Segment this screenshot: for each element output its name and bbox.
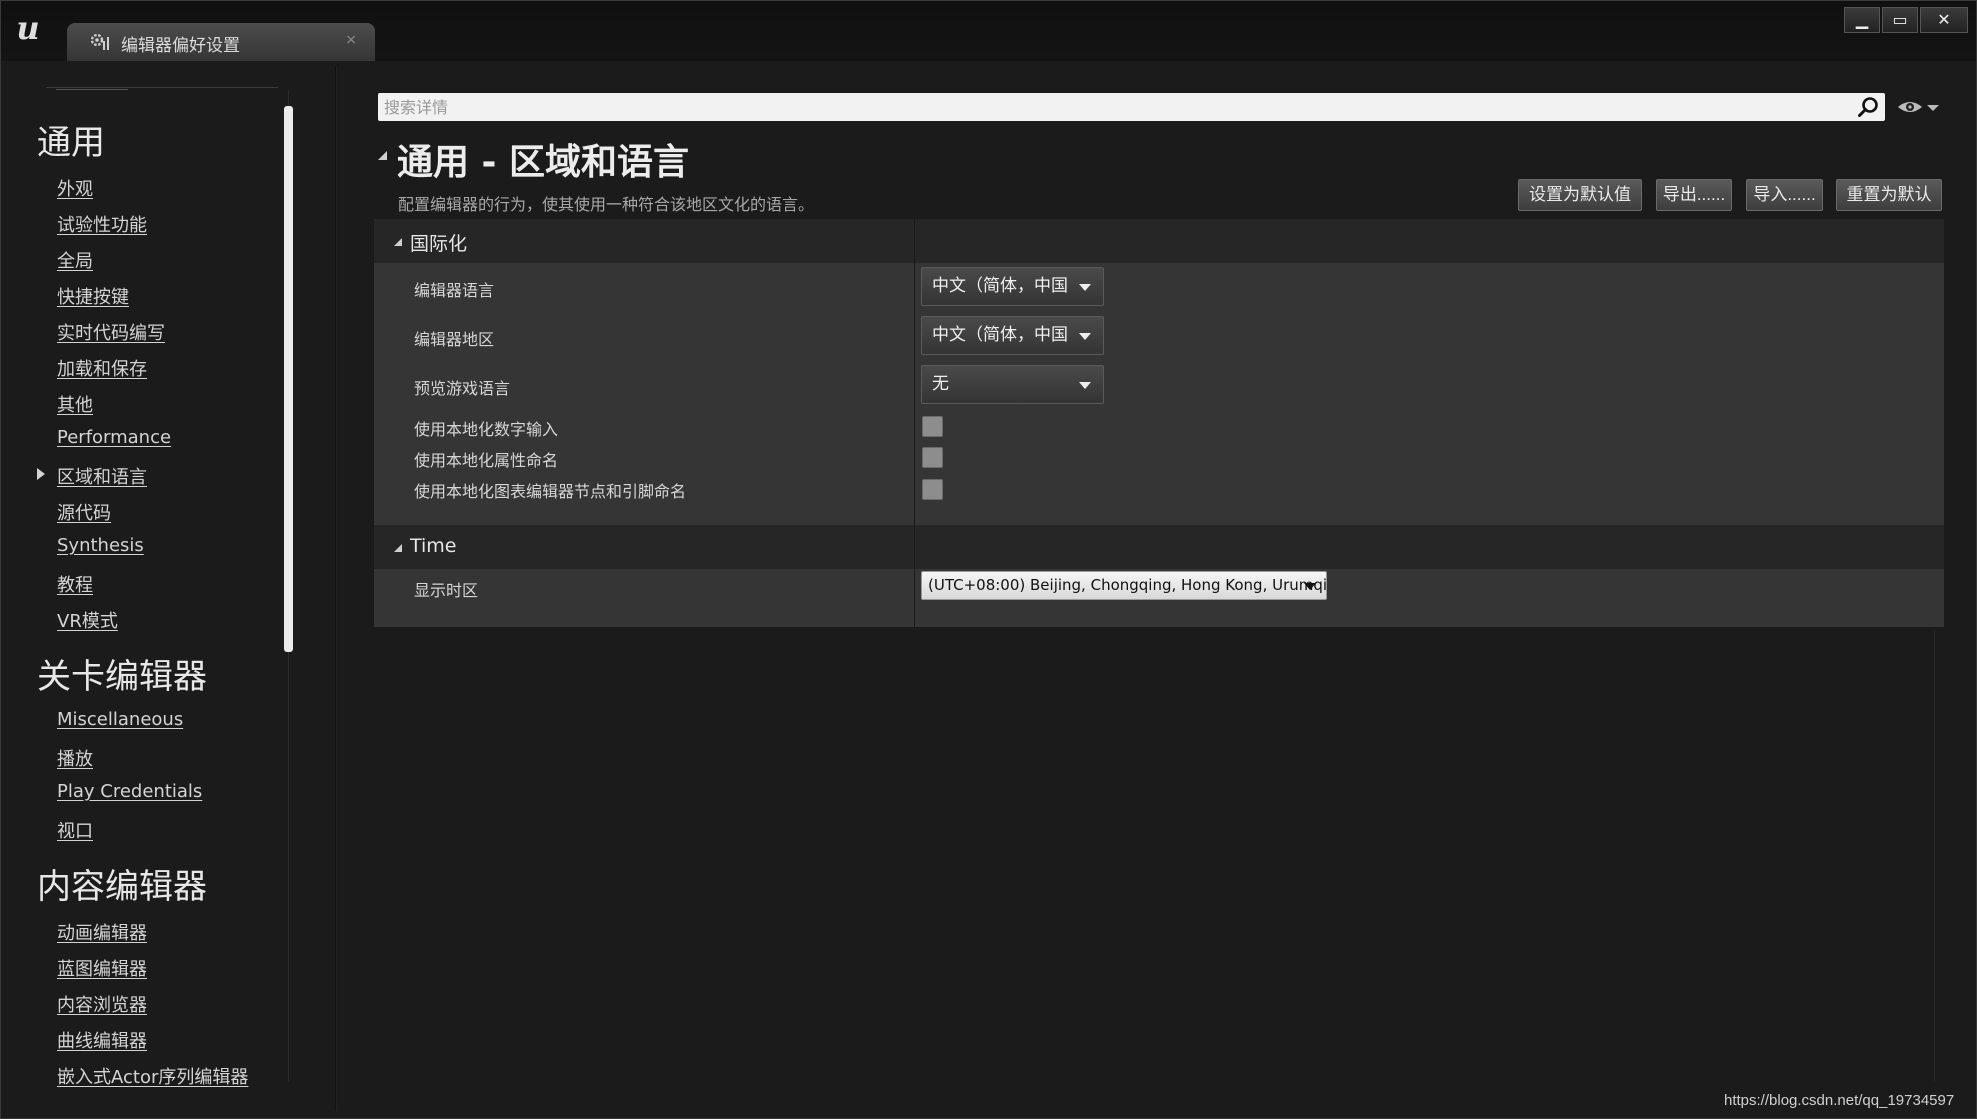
minimize-button[interactable]: ▁ [1844, 7, 1880, 33]
chevron-down-icon [1079, 382, 1091, 389]
editor-preferences-window: u 编辑器偏好设置 × ▁ ▭ ✕ 通用 外观 试验性功能 全局 快捷按键 实时… [0, 0, 1977, 1119]
collapse-arrow-icon [394, 544, 402, 552]
chevron-down-icon[interactable] [1927, 105, 1939, 111]
details-scroll-edge [1934, 631, 1935, 1081]
view-options-eye-icon[interactable] [1896, 97, 1924, 117]
display-timezone-value: (UTC+08:00) Beijing, Chongqing, Hong Kon… [928, 576, 1328, 594]
nav-item-play[interactable]: 播放 [57, 745, 93, 771]
tab-close-icon[interactable]: × [345, 32, 357, 48]
tab-title: 编辑器偏好设置 [121, 36, 240, 56]
editor-region-label: 编辑器地区 [414, 330, 495, 349]
nav-item-animation-editor[interactable]: 动画编辑器 [57, 919, 147, 945]
nav-section-level-editor: 关卡编辑器 [37, 657, 207, 697]
page-title: 通用 - 区域和语言 [397, 142, 690, 183]
page-description: 配置编辑器的行为，使其使用一种符合该地区文化的语言。 [398, 195, 815, 214]
nav-item-keyboard-shortcuts[interactable]: 快捷按键 [57, 283, 129, 309]
nav-item-region-language[interactable]: 区域和语言 [37, 463, 147, 489]
nav-item-embedded-actor-sequence-editor[interactable]: 嵌入式Actor序列编辑器 [57, 1063, 248, 1089]
localized-numeric-input-checkbox[interactable] [922, 416, 943, 437]
localized-property-names-label: 使用本地化属性命名 [414, 451, 559, 470]
search-input[interactable] [384, 95, 1824, 119]
preview-game-language-label: 预览游戏语言 [414, 379, 511, 398]
title-bar: u 编辑器偏好设置 × ▁ ▭ ✕ [1, 1, 1976, 61]
set-as-default-button[interactable]: 设置为默认值 [1518, 179, 1642, 211]
nav-divider-accent [56, 89, 128, 90]
nav-splitter[interactable] [335, 66, 337, 1111]
collapse-arrow-icon [394, 238, 402, 246]
localized-graph-names-checkbox[interactable] [922, 479, 943, 500]
nav-item-vr-mode[interactable]: VR模式 [57, 607, 118, 633]
localized-property-names-checkbox[interactable] [922, 447, 943, 468]
editor-language-dropdown[interactable]: 中文（简体，中国 [921, 267, 1104, 306]
watermark: https://blog.csdn.net/qq_19734597 [1724, 1092, 1955, 1109]
export-button[interactable]: 导出...... [1656, 179, 1732, 211]
reset-to-default-button[interactable]: 重置为默认 [1836, 179, 1942, 211]
nav-item-level-miscellaneous[interactable]: Miscellaneous [57, 709, 183, 730]
nav-item-tutorials[interactable]: 教程 [57, 571, 93, 597]
chevron-down-icon [1079, 333, 1091, 340]
localized-graph-names-label: 使用本地化图表编辑器节点和引脚命名 [414, 482, 687, 501]
search-icon[interactable] [1857, 96, 1879, 118]
unreal-logo-icon: u [16, 9, 40, 47]
editor-region-value: 中文（简体，中国 [932, 325, 1068, 345]
category-title: 国际化 [410, 233, 468, 255]
nav-item-viewport[interactable]: 视口 [57, 817, 93, 843]
nav-scrollbar[interactable] [284, 106, 293, 652]
preview-game-language-dropdown[interactable]: 无 [921, 365, 1104, 404]
nav-item-play-credentials[interactable]: Play Credentials [57, 781, 202, 802]
localized-numeric-input-label: 使用本地化数字输入 [414, 420, 559, 439]
nav-item-performance[interactable]: Performance [57, 427, 171, 448]
nav-item-miscellaneous[interactable]: 其他 [57, 391, 93, 417]
nav-section-content-editors: 内容编辑器 [37, 867, 207, 907]
display-timezone-dropdown[interactable]: (UTC+08:00) Beijing, Chongqing, Hong Kon… [921, 571, 1327, 600]
nav-item-experimental[interactable]: 试验性功能 [57, 211, 147, 237]
editor-region-dropdown[interactable]: 中文（简体，中国 [921, 316, 1104, 355]
editor-language-label: 编辑器语言 [414, 281, 495, 300]
nav-section-general: 通用 [37, 123, 105, 163]
chevron-down-icon [1304, 583, 1316, 590]
column-divider[interactable] [914, 219, 915, 525]
maximize-button[interactable]: ▭ [1882, 7, 1918, 33]
settings-icon [89, 32, 111, 52]
nav-divider [46, 87, 278, 88]
editor-language-value: 中文（简体，中国 [932, 276, 1068, 296]
tab-editor-preferences[interactable]: 编辑器偏好设置 × [67, 23, 375, 61]
column-divider[interactable] [914, 525, 915, 627]
display-timezone-label: 显示时区 [414, 581, 479, 600]
nav-item-source-code[interactable]: 源代码 [57, 499, 111, 525]
time-header[interactable]: Time [374, 525, 1944, 569]
nav-item-loading-saving[interactable]: 加载和保存 [57, 355, 147, 381]
category-title: Time [410, 535, 457, 557]
internationalization-panel: 国际化 编辑器语言 中文（简体，中国 编辑器地区 中文（简体，中国 预览游戏语言… [374, 219, 1944, 525]
nav-item-global[interactable]: 全局 [57, 247, 93, 273]
nav-item-blueprint-editor[interactable]: 蓝图编辑器 [57, 955, 147, 981]
nav-item-curve-editor[interactable]: 曲线编辑器 [57, 1027, 147, 1053]
time-panel: Time 显示时区 (UTC+08:00) Beijing, Chongqing… [374, 525, 1944, 627]
close-button[interactable]: ✕ [1920, 7, 1968, 33]
internationalization-header[interactable]: 国际化 [374, 219, 1944, 263]
window-controls: ▁ ▭ ✕ [1844, 7, 1968, 33]
chevron-down-icon [1079, 284, 1091, 291]
import-button[interactable]: 导入...... [1746, 179, 1823, 211]
nav-item-content-browser[interactable]: 内容浏览器 [57, 991, 147, 1017]
nav-item-synthesis[interactable]: Synthesis [57, 535, 144, 556]
preview-game-language-value: 无 [932, 374, 949, 394]
nav-item-live-coding[interactable]: 实时代码编写 [57, 319, 165, 345]
nav-item-appearance[interactable]: 外观 [57, 175, 93, 201]
search-bar [378, 93, 1885, 121]
collapse-arrow-icon[interactable] [378, 151, 387, 160]
